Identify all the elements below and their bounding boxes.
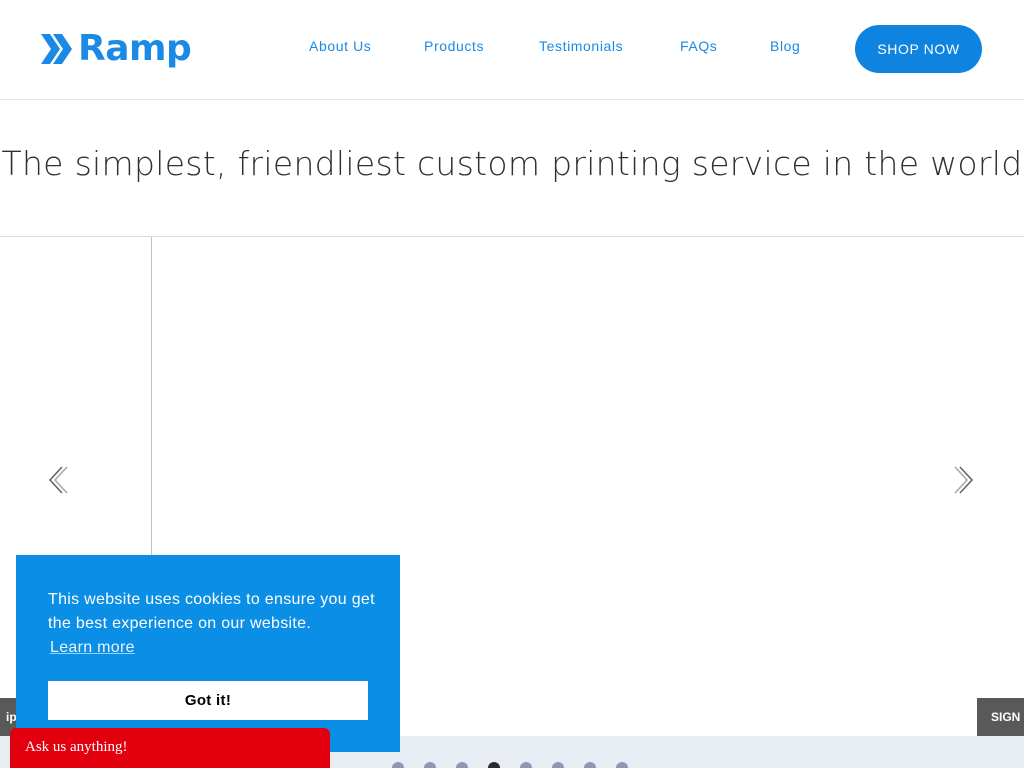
cookie-message: This website uses cookies to ensure you … [48,591,375,632]
nav-about-us[interactable]: About Us [309,38,371,54]
slide-edge-line [151,237,152,555]
cookie-accept-button[interactable]: Got it! [48,681,368,720]
carousel-dot-2[interactable] [424,762,436,768]
double-chevron-logo-icon [41,34,72,64]
hero-title: The simplest, friendliest custom printin… [1,144,1023,183]
carousel-prev-button[interactable] [46,463,70,497]
chat-widget[interactable]: Ask us anything! [10,728,330,768]
side-tab-sign-label: SIGN [991,710,1021,724]
chevron-left-icon [48,466,68,494]
carousel-next-button[interactable] [952,463,976,497]
cookie-banner: This website uses cookies to ensure you … [16,555,400,752]
learn-more-link[interactable]: Learn more [50,639,135,657]
carousel-dot-4[interactable] [488,762,500,768]
carousel-dot-5[interactable] [520,762,532,768]
chevron-right-icon [954,466,974,494]
carousel-pagination [392,762,648,768]
carousel-dot-3[interactable] [456,762,468,768]
site-header: Ramp About Us Products Testimonials FAQs… [0,0,1024,100]
nav-blog[interactable]: Blog [770,38,800,54]
chat-label: Ask us anything! [25,739,128,755]
shop-now-button[interactable]: SHOP NOW [855,25,982,73]
carousel-dot-8[interactable] [616,762,628,768]
carousel-dot-6[interactable] [552,762,564,768]
logo-wordmark: Ramp [78,28,192,69]
ramp-logo[interactable]: Ramp [40,28,192,70]
carousel-dot-7[interactable] [584,762,596,768]
nav-testimonials[interactable]: Testimonials [539,38,623,54]
side-tab-sign[interactable]: SIGN [977,698,1024,736]
nav-faqs[interactable]: FAQs [680,38,717,54]
nav-products[interactable]: Products [424,38,484,54]
carousel-dot-1[interactable] [392,762,404,768]
